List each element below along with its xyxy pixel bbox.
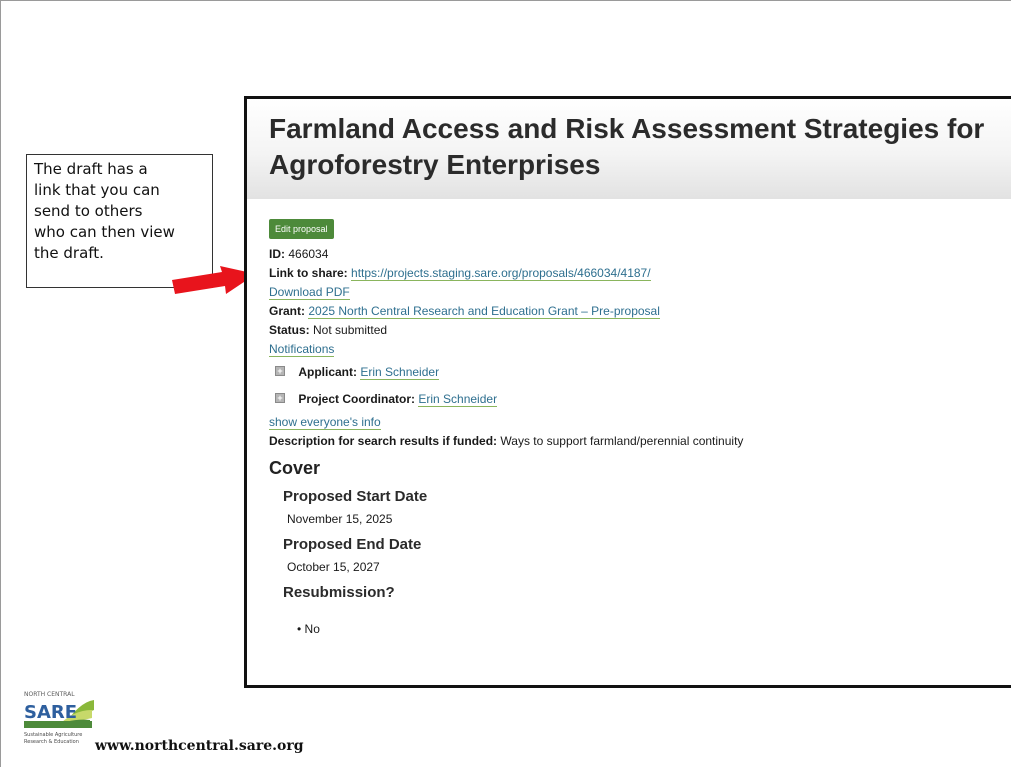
- share-link-row: Link to share: https://projects.staging.…: [269, 264, 1011, 283]
- applicant-row: + Applicant: Erin Schneider: [269, 359, 1011, 386]
- end-date-label: Proposed End Date: [283, 536, 422, 553]
- callout-line: who can then view: [34, 223, 175, 241]
- coordinator-row: + Project Coordinator: Erin Schneider: [269, 386, 1011, 413]
- notifications-row: Notifications: [269, 340, 1011, 359]
- resubmission-answer: No: [304, 622, 320, 636]
- id-label: ID:: [269, 247, 285, 261]
- logo-sub-text: Sustainable Agriculture: [24, 732, 82, 738]
- callout-line: send to others: [34, 202, 143, 220]
- title-band: Farmland Access and Risk Assessment Stra…: [247, 99, 1011, 199]
- callout-line: link that you can: [34, 181, 160, 199]
- proposal-screenshot: Farmland Access and Risk Assessment Stra…: [244, 96, 1011, 688]
- share-link[interactable]: https://projects.staging.sare.org/propos…: [351, 266, 651, 281]
- callout-line: the draft.: [34, 244, 104, 262]
- coordinator-link[interactable]: Erin Schneider: [418, 392, 498, 407]
- sare-logo: NORTH CENTRAL SARE Sustainable Agricultu…: [24, 688, 94, 748]
- expand-plus-icon[interactable]: +: [275, 393, 285, 403]
- applicant-link[interactable]: Erin Schneider: [360, 365, 440, 380]
- grant-label: Grant:: [269, 304, 305, 318]
- status-label: Status:: [269, 323, 310, 337]
- status-value: Not submitted: [313, 323, 388, 337]
- proposal-content: Edit proposal ID: 466034 Link to share: …: [247, 199, 1011, 639]
- grant-row: Grant: 2025 North Central Research and E…: [269, 302, 1011, 321]
- proposal-title-line: Farmland Access and Risk Assessment Stra…: [269, 113, 985, 144]
- cover-heading: Cover: [269, 458, 321, 478]
- expand-plus-icon[interactable]: +: [275, 366, 285, 376]
- description-value: Ways to support farmland/perennial conti…: [500, 434, 744, 448]
- id-row: ID: 466034: [269, 245, 1011, 264]
- id-value: 466034: [288, 247, 329, 261]
- coordinator-label: Project Coordinator:: [298, 392, 416, 406]
- sare-logo-graphic: NORTH CENTRAL SARE Sustainable Agricultu…: [24, 691, 94, 745]
- proposal-title-line: Agroforestry Enterprises: [269, 149, 601, 180]
- notifications-link[interactable]: Notifications: [269, 342, 335, 357]
- download-pdf-link[interactable]: Download PDF: [269, 285, 350, 300]
- share-link-label: Link to share:: [269, 266, 348, 280]
- grant-link[interactable]: 2025 North Central Research and Educatio…: [308, 304, 660, 319]
- footer-url[interactable]: www.northcentral.sare.org: [95, 738, 304, 754]
- resubmission-label: Resubmission?: [283, 584, 395, 601]
- start-date-value: November 15, 2025: [287, 512, 393, 526]
- callout-line: The draft has a: [34, 160, 148, 178]
- logo-sare-text: SARE: [24, 702, 77, 723]
- resubmission-value: • No: [297, 622, 320, 636]
- download-row: Download PDF: [269, 283, 1011, 302]
- edit-proposal-button[interactable]: Edit proposal: [269, 219, 334, 239]
- status-row: Status: Not submitted: [269, 321, 1011, 340]
- show-everyone-link[interactable]: show everyone's info: [269, 415, 381, 430]
- logo-sub-text: Research & Education: [24, 739, 79, 745]
- start-date-label: Proposed Start Date: [283, 488, 428, 505]
- description-row: Description for search results if funded…: [269, 432, 1011, 451]
- logo-region-text: NORTH CENTRAL: [24, 691, 75, 698]
- description-label: Description for search results if funded…: [269, 434, 498, 448]
- show-everyone-row: show everyone's info: [269, 413, 1011, 432]
- applicant-label: Applicant:: [298, 365, 358, 379]
- proposal-title: Farmland Access and Risk Assessment Stra…: [269, 111, 1011, 183]
- end-date-value: October 15, 2027: [287, 560, 380, 574]
